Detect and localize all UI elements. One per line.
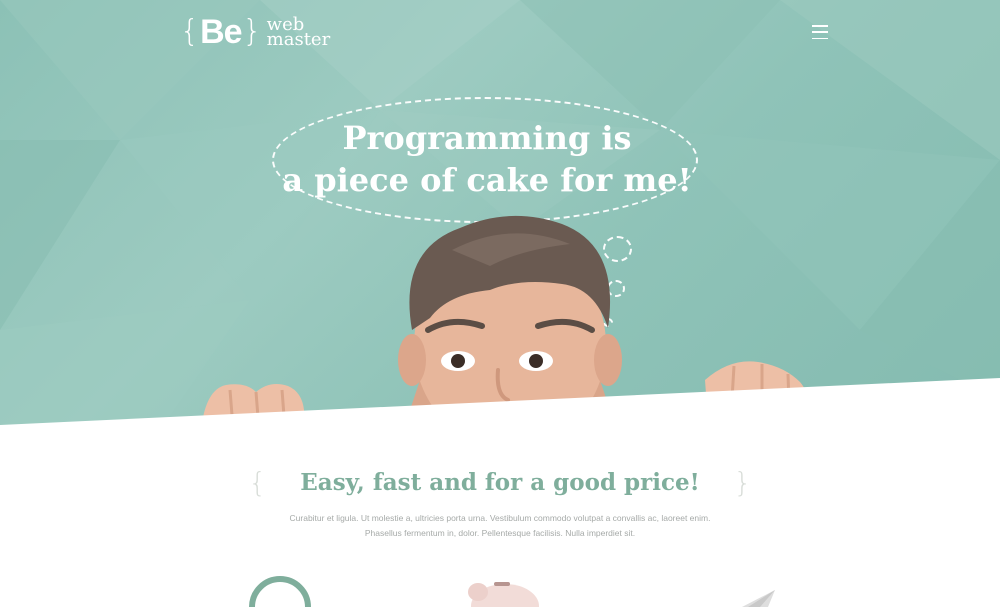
peeking-man-illustration (201, 215, 809, 430)
logo-mark: Be (200, 13, 242, 51)
logo-wordmark: web master (266, 16, 331, 50)
paper-plane-icon (742, 590, 775, 607)
hero-headline: Programming is a piece of cake for me! (272, 117, 702, 201)
intro-paragraph: Curabitur et ligula. Ut molestie a, ultr… (280, 511, 720, 541)
tagline-brace-close: } (733, 466, 752, 499)
menu-bar-middle (812, 31, 828, 33)
menu-bar-top (812, 25, 828, 27)
logo-brace-open: { (180, 14, 200, 49)
circle-badge-icon (249, 576, 311, 607)
hamburger-menu-icon[interactable] (812, 25, 828, 39)
hero-headline-line-1: Programming is (342, 119, 632, 157)
tagline-heading: Easy, fast and for a good price! (300, 469, 700, 496)
tagline-row: { Easy, fast and for a good price! } (0, 463, 1000, 503)
intro-paragraph-line-1: Curabitur et ligula. Ut molestie a, ultr… (289, 513, 711, 523)
menu-bar-bottom (812, 37, 828, 39)
site-logo[interactable]: { Be } web master (180, 12, 330, 52)
intro-paragraph-line-2: Phasellus fermentum in, dolor. Pellentes… (364, 528, 636, 538)
logo-brace-close: } (242, 14, 262, 49)
piggy-bank-icon (468, 582, 539, 607)
tagline-brace-open: { (248, 466, 267, 499)
hero-section: { Be } web master Programming is a piece… (0, 0, 1000, 430)
landing-page: { Be } web master Programming is a piece… (0, 0, 1000, 607)
logo-word-bottom: master (266, 29, 331, 50)
hero-headline-line-2: a piece of cake for me! (282, 161, 692, 199)
feature-icons-row (249, 576, 775, 607)
